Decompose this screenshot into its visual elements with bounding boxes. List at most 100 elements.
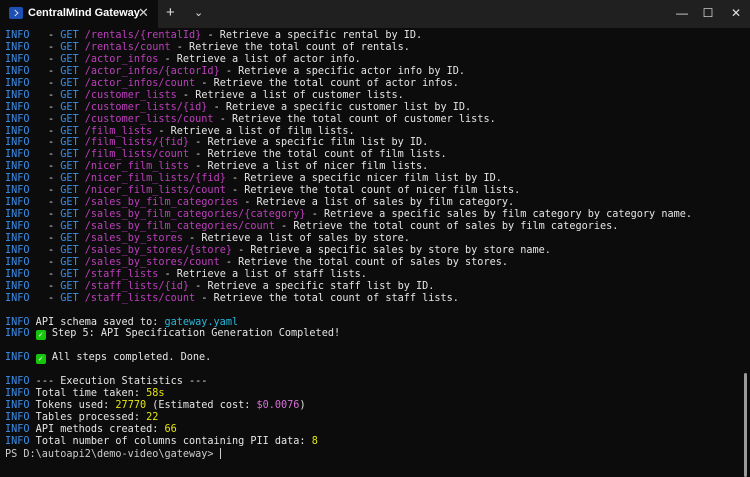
text-cursor <box>219 447 221 459</box>
separator: - <box>189 137 208 149</box>
log-level: INFO <box>5 388 30 400</box>
check-icon: ✓ <box>35 330 46 341</box>
route-path: /customer_lists <box>84 89 177 101</box>
route-description: Retrieve the total count of rentals. <box>189 41 410 53</box>
scrollbar-thumb[interactable] <box>744 373 747 477</box>
http-method: GET <box>60 209 79 221</box>
log-line-route: INFO - GET /actor_infos/{actorId} - Retr… <box>5 66 692 78</box>
terminal-tab[interactable]: CentralMind Gateway ✕ <box>0 0 158 28</box>
route-description: Retrieve a list of nicer film lists. <box>207 161 429 173</box>
log-level: INFO <box>5 137 30 149</box>
separator: - <box>201 30 220 41</box>
log-level: INFO <box>5 232 30 244</box>
terminal-output[interactable]: INFO - GET /rentals/{rentalId} - Retriev… <box>0 28 750 477</box>
log-line-route: INFO - GET /customer_lists/{id} - Retrie… <box>5 102 692 114</box>
log-line-stats-header: INFO --- Execution Statistics --- <box>5 376 692 388</box>
route-path: /staff_lists <box>84 268 159 280</box>
log-message: Step 5: API Specification Generation Com… <box>45 328 341 340</box>
separator: - <box>207 101 226 113</box>
route-description: Retrieve a specific sales by film catego… <box>323 209 692 221</box>
separator: - <box>29 268 61 280</box>
log-level: INFO <box>5 412 30 423</box>
separator: - <box>231 244 251 256</box>
chevron-down-icon[interactable]: ⌄ <box>194 4 203 22</box>
log-level: INFO <box>5 161 30 173</box>
log-level: INFO <box>5 53 30 65</box>
log-line-route: INFO - GET /rentals/{rentalId} - Retriev… <box>5 30 692 42</box>
separator: - <box>29 53 61 65</box>
log-line-route: INFO - GET /actor_infos - Retrieve a lis… <box>5 54 692 66</box>
http-method: GET <box>60 137 79 149</box>
route-path: /nicer_film_lists/count <box>84 185 226 197</box>
log-line-done: INFO ✓ All steps completed. Done. <box>5 352 692 365</box>
route-path: /film_lists <box>84 125 153 137</box>
close-button[interactable]: ✕ <box>716 0 750 28</box>
prompt-line: PS D:\autoapi2\demo-video\gateway> <box>5 447 692 460</box>
log-line-route: INFO - GET /rentals/count - Retrieve the… <box>5 42 692 54</box>
separator: - <box>29 256 61 268</box>
log-line-tokens: INFO Tokens used: 27770 (Estimated cost:… <box>5 400 692 412</box>
log-line-route: INFO - GET /actor_infos/count - Retrieve… <box>5 78 692 90</box>
separator: - <box>29 232 61 244</box>
log-level: INFO <box>5 113 30 125</box>
route-description: Retrieve a specific actor info by ID. <box>238 65 466 77</box>
separator: - <box>195 292 214 304</box>
separator: - <box>219 256 239 268</box>
log-level: INFO <box>5 316 30 328</box>
route-path: /customer_lists/{id} <box>84 101 208 113</box>
separator: - <box>29 101 61 113</box>
separator: - <box>170 41 190 53</box>
stat-label: API methods created: <box>29 423 165 435</box>
separator: - <box>29 185 61 197</box>
route-description: Retrieve the total count of film lists. <box>207 149 447 161</box>
log-line-pii: INFO Total number of columns containing … <box>5 436 692 448</box>
route-path: /sales_by_film_categories <box>84 197 239 209</box>
route-path: /sales_by_stores/{store} <box>84 244 232 256</box>
separator: - <box>29 125 61 137</box>
separator: - <box>29 173 61 185</box>
stat-label: Tables processed: <box>29 412 147 423</box>
log-line-step5: INFO ✓ Step 5: API Specification Generat… <box>5 328 692 341</box>
http-method: GET <box>60 53 79 65</box>
log-line-route: INFO - GET /sales_by_film_categories/cou… <box>5 221 692 233</box>
tab-close-icon[interactable]: ✕ <box>138 5 149 21</box>
stat-value: 22 <box>146 412 159 423</box>
route-path: /nicer_film_lists <box>84 161 190 173</box>
separator: - <box>238 197 257 209</box>
log-line-route: INFO - GET /nicer_film_lists/count - Ret… <box>5 185 692 197</box>
log-level: INFO <box>5 292 30 304</box>
separator: - <box>158 268 177 280</box>
log-level: INFO <box>5 256 30 268</box>
http-method: GET <box>60 280 79 292</box>
log-level: INFO <box>5 77 30 89</box>
separator: - <box>225 173 245 185</box>
tab-title: CentralMind Gateway <box>28 7 140 19</box>
separator: - <box>158 53 177 65</box>
log-level: INFO <box>5 376 30 388</box>
log-level: INFO <box>5 435 30 447</box>
route-description: Retrieve a list of staff lists. <box>176 268 367 280</box>
http-method: GET <box>60 30 79 41</box>
route-description: Retrieve the total count of nicer film l… <box>244 185 521 197</box>
http-method: GET <box>60 256 79 268</box>
stat-label: ) <box>299 400 306 412</box>
route-description: Retrieve the total count of sales by fil… <box>293 221 619 232</box>
http-method: GET <box>60 65 79 77</box>
http-method: GET <box>60 268 79 280</box>
log-level: INFO <box>5 352 30 364</box>
separator: - <box>182 232 202 244</box>
stat-value: 27770 <box>115 400 147 412</box>
stat-value: 66 <box>164 423 177 435</box>
separator: - <box>29 197 61 209</box>
separator: - <box>225 185 245 197</box>
http-method: GET <box>60 125 79 137</box>
route-path: /actor_infos/{actorId} <box>84 65 220 77</box>
new-tab-button[interactable]: + <box>166 4 175 22</box>
route-description: Retrieve a list of film lists. <box>170 125 355 137</box>
http-method: GET <box>60 41 79 53</box>
http-method: GET <box>60 149 79 161</box>
separator: - <box>152 125 171 137</box>
route-description: Retrieve a specific staff list by ID. <box>207 280 435 292</box>
log-line-route: INFO - GET /customer_lists - Retrieve a … <box>5 90 692 102</box>
